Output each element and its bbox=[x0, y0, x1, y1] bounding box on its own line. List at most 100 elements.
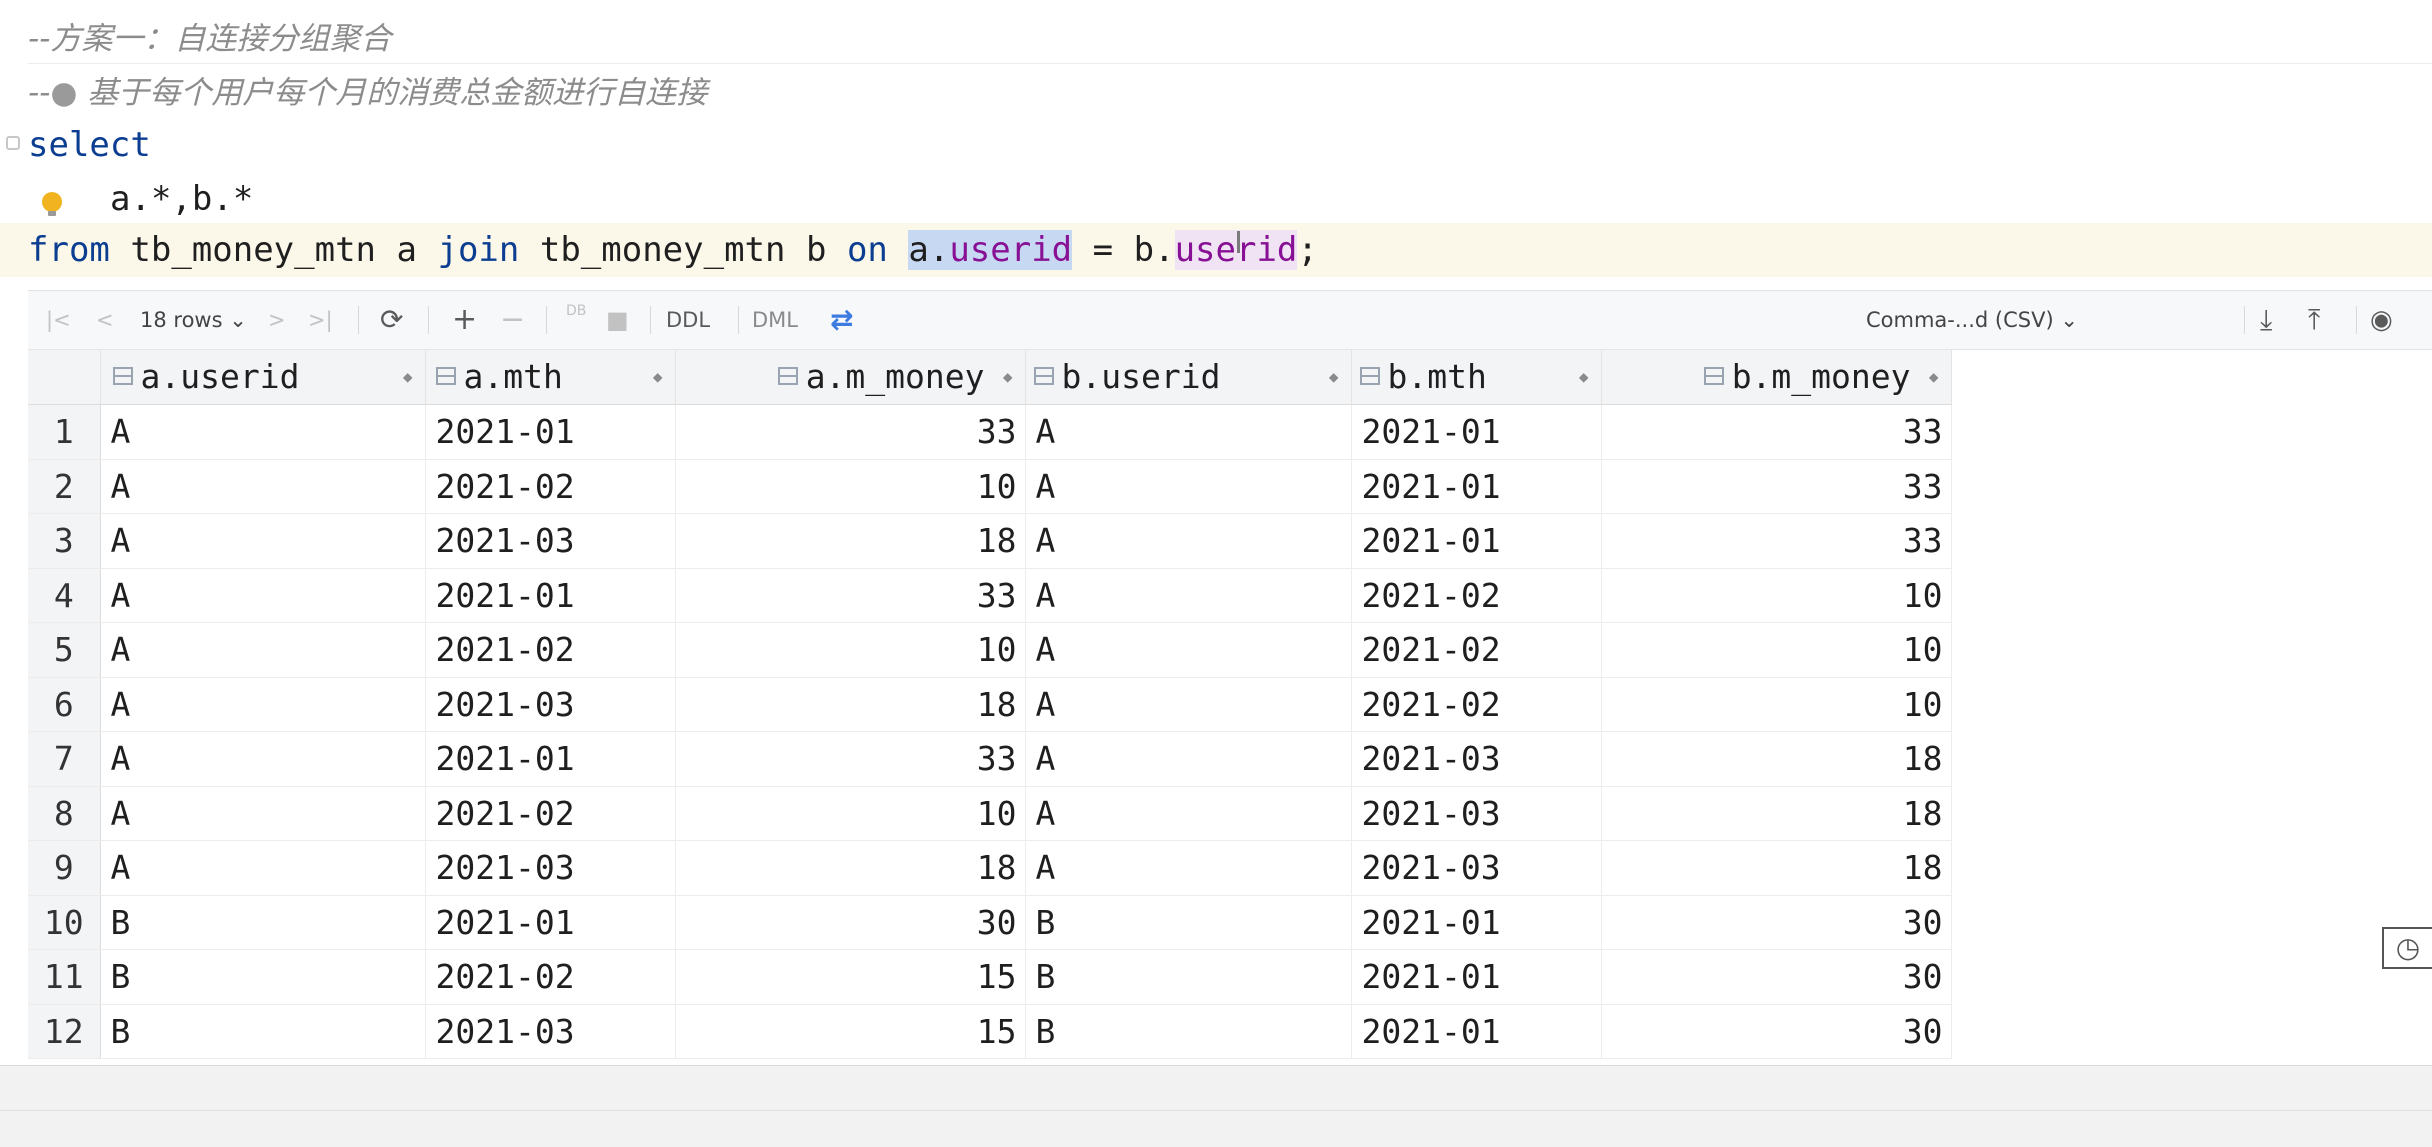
cell-a-mth[interactable]: 2021-03 bbox=[425, 513, 676, 569]
cell-b-userid[interactable]: A bbox=[1025, 786, 1352, 841]
dashboard-icon[interactable]: ◷ bbox=[2382, 927, 2432, 969]
ddl-button[interactable]: DDL bbox=[666, 291, 710, 349]
table-row[interactable]: 3 A 2021-03 18 A 2021-01 33 bbox=[28, 513, 1952, 569]
sql-editor[interactable]: --方案一：自连接分组聚合 --● 基于每个用户每个月的消费总金额进行自连接 s… bbox=[0, 0, 2432, 290]
cell-b-userid[interactable]: A bbox=[1025, 677, 1352, 732]
cell-b-userid[interactable]: A bbox=[1025, 731, 1352, 787]
code-line-5[interactable]: from tb_money_mtn a join tb_money_mtn b … bbox=[0, 223, 2432, 277]
cell-b-userid[interactable]: A bbox=[1025, 459, 1352, 514]
cell-b-mth[interactable]: 2021-03 bbox=[1351, 786, 1602, 841]
prev-page-button[interactable]: < bbox=[96, 291, 114, 349]
cell-a-userid[interactable]: B bbox=[100, 1004, 426, 1059]
cell-a-mth[interactable]: 2021-03 bbox=[425, 840, 676, 896]
cell-b-mth[interactable]: 2021-01 bbox=[1351, 459, 1602, 514]
cell-a-m-money[interactable]: 30 bbox=[675, 895, 1026, 950]
cell-a-userid[interactable]: B bbox=[100, 949, 426, 1005]
cell-a-m-money[interactable]: 15 bbox=[675, 949, 1026, 1005]
cell-b-mth[interactable]: 2021-01 bbox=[1351, 404, 1602, 460]
rows-count-selector[interactable]: 18 rows ⌄ bbox=[140, 291, 247, 349]
cell-b-m-money[interactable]: 10 bbox=[1601, 568, 1952, 623]
cell-a-userid[interactable]: A bbox=[100, 677, 426, 732]
cell-b-m-money[interactable]: 30 bbox=[1601, 1004, 1952, 1059]
cell-a-mth[interactable]: 2021-02 bbox=[425, 459, 676, 514]
cell-a-userid[interactable]: B bbox=[100, 895, 426, 950]
table-row[interactable]: 11 B 2021-02 15 B 2021-01 30 bbox=[28, 949, 1952, 1005]
db-submit-icon[interactable]: DB bbox=[566, 291, 586, 349]
column-header[interactable]: b.mth ◆ bbox=[1351, 350, 1602, 405]
cell-a-userid[interactable]: A bbox=[100, 622, 426, 678]
cell-a-m-money[interactable]: 33 bbox=[675, 731, 1026, 787]
cell-b-mth[interactable]: 2021-02 bbox=[1351, 568, 1602, 623]
cell-a-mth[interactable]: 2021-01 bbox=[425, 731, 676, 787]
cell-a-userid[interactable]: A bbox=[100, 731, 426, 787]
cell-b-mth[interactable]: 2021-03 bbox=[1351, 840, 1602, 896]
cell-b-userid[interactable]: A bbox=[1025, 404, 1352, 460]
code-line-3[interactable]: select bbox=[0, 118, 2432, 172]
cell-b-mth[interactable]: 2021-02 bbox=[1351, 622, 1602, 678]
cell-b-m-money[interactable]: 18 bbox=[1601, 731, 1952, 787]
download-icon[interactable]: ⤓ bbox=[2260, 291, 2272, 349]
sort-icon[interactable]: ◆ bbox=[1929, 350, 1939, 404]
cell-b-mth[interactable]: 2021-02 bbox=[1351, 677, 1602, 732]
cell-a-m-money[interactable]: 33 bbox=[675, 404, 1026, 460]
last-page-button[interactable]: >| bbox=[308, 291, 333, 349]
code-line-1[interactable]: --方案一：自连接分组聚合 bbox=[0, 12, 2432, 66]
cell-a-mth[interactable]: 2021-01 bbox=[425, 404, 676, 460]
compare-icon[interactable]: ⇄ bbox=[830, 291, 853, 349]
cell-b-m-money[interactable]: 18 bbox=[1601, 840, 1952, 896]
cell-b-mth[interactable]: 2021-01 bbox=[1351, 895, 1602, 950]
table-row[interactable]: 4 A 2021-01 33 A 2021-02 10 bbox=[28, 568, 1952, 623]
cell-b-userid[interactable]: A bbox=[1025, 840, 1352, 896]
delete-row-icon[interactable]: − bbox=[500, 291, 525, 349]
add-row-icon[interactable]: + bbox=[452, 291, 477, 349]
table-row[interactable]: 1 A 2021-01 33 A 2021-01 33 bbox=[28, 404, 1952, 460]
table-row[interactable]: 12 B 2021-03 15 B 2021-01 30 bbox=[28, 1004, 1952, 1059]
cell-b-m-money[interactable]: 30 bbox=[1601, 895, 1952, 950]
dml-button[interactable]: DML bbox=[752, 291, 798, 349]
cell-a-userid[interactable]: A bbox=[100, 459, 426, 514]
table-row[interactable]: 2 A 2021-02 10 A 2021-01 33 bbox=[28, 459, 1952, 514]
cell-a-m-money[interactable]: 18 bbox=[675, 840, 1026, 896]
table-row[interactable]: 7 A 2021-01 33 A 2021-03 18 bbox=[28, 731, 1952, 787]
cell-b-userid[interactable]: A bbox=[1025, 622, 1352, 678]
table-row[interactable]: 8 A 2021-02 10 A 2021-03 18 bbox=[28, 786, 1952, 841]
cell-a-m-money[interactable]: 10 bbox=[675, 622, 1026, 678]
cell-b-m-money[interactable]: 33 bbox=[1601, 459, 1952, 514]
export-format-selector[interactable]: Comma-...d (CSV) ⌄ bbox=[1866, 291, 2078, 349]
cell-b-m-money[interactable]: 10 bbox=[1601, 622, 1952, 678]
cell-a-m-money[interactable]: 18 bbox=[675, 513, 1026, 569]
cell-a-m-money[interactable]: 33 bbox=[675, 568, 1026, 623]
table-row[interactable]: 6 A 2021-03 18 A 2021-02 10 bbox=[28, 677, 1952, 732]
column-header[interactable]: a.mth ◆ bbox=[425, 350, 676, 405]
column-header[interactable]: a.userid ◆ bbox=[100, 350, 426, 405]
cell-a-mth[interactable]: 2021-02 bbox=[425, 786, 676, 841]
table-row[interactable]: 9 A 2021-03 18 A 2021-03 18 bbox=[28, 840, 1952, 896]
cell-a-m-money[interactable]: 10 bbox=[675, 786, 1026, 841]
column-header[interactable]: b.m_money ◆ bbox=[1601, 350, 1952, 405]
sort-icon[interactable]: ◆ bbox=[403, 350, 413, 404]
table-row[interactable]: 10 B 2021-01 30 B 2021-01 30 bbox=[28, 895, 1952, 950]
cell-b-mth[interactable]: 2021-01 bbox=[1351, 513, 1602, 569]
cell-a-mth[interactable]: 2021-03 bbox=[425, 1004, 676, 1059]
stop-icon[interactable]: ■ bbox=[606, 291, 629, 349]
cell-a-userid[interactable]: A bbox=[100, 513, 426, 569]
cell-b-userid[interactable]: B bbox=[1025, 895, 1352, 950]
code-line-2[interactable]: --● 基于每个用户每个月的消费总金额进行自连接 bbox=[0, 66, 2432, 120]
cell-b-m-money[interactable]: 18 bbox=[1601, 786, 1952, 841]
refresh-icon[interactable]: ⟳ bbox=[380, 291, 403, 349]
cell-b-mth[interactable]: 2021-01 bbox=[1351, 1004, 1602, 1059]
view-icon[interactable]: ◉ bbox=[2370, 291, 2393, 349]
cell-a-mth[interactable]: 2021-01 bbox=[425, 895, 676, 950]
cell-b-m-money[interactable]: 33 bbox=[1601, 513, 1952, 569]
column-header[interactable]: a.m_money ◆ bbox=[675, 350, 1026, 405]
column-header[interactable]: b.userid ◆ bbox=[1025, 350, 1352, 405]
sort-icon[interactable]: ◆ bbox=[1579, 350, 1589, 404]
next-page-button[interactable]: > bbox=[268, 291, 286, 349]
sort-icon[interactable]: ◆ bbox=[1329, 350, 1339, 404]
cell-b-m-money[interactable]: 30 bbox=[1601, 949, 1952, 1005]
code-line-4[interactable]: a.*,b.* bbox=[0, 172, 2432, 226]
cell-a-mth[interactable]: 2021-02 bbox=[425, 949, 676, 1005]
cell-a-mth[interactable]: 2021-01 bbox=[425, 568, 676, 623]
cell-b-m-money[interactable]: 33 bbox=[1601, 404, 1952, 460]
sort-icon[interactable]: ◆ bbox=[653, 350, 663, 404]
